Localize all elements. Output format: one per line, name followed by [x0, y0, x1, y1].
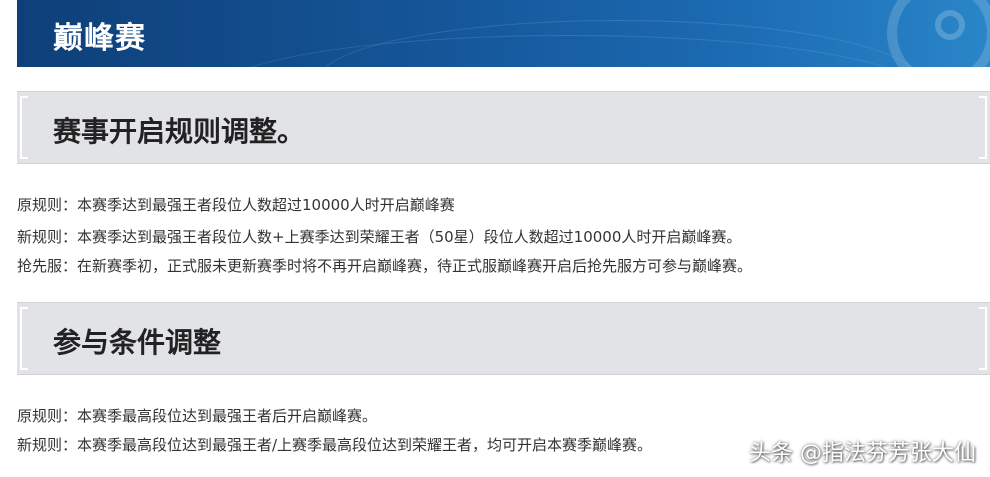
header-banner: 巅峰赛 [17, 0, 990, 67]
rule-line: 新规则：本赛季达到最强王者段位人数+上赛季达到荣耀王者（50星）段位人数超过10… [17, 228, 742, 246]
section-heading: 赛事开启规则调整。 [53, 115, 306, 148]
section-heading: 参与条件调整 [53, 326, 222, 359]
emblem-inner-icon [935, 10, 965, 40]
rule-line: 原规则：本赛季达到最强王者段位人数超过10000人时开启巅峰赛 [17, 196, 455, 214]
rule-line: 原规则：本赛季最高段位达到最强王者后开启巅峰赛。 [17, 407, 378, 425]
watermark: 头条 @指法芬芳张大仙 [749, 441, 976, 466]
section-heading-bar: 参与条件调整 [17, 302, 990, 375]
rule-line: 抢先服：在新赛季初，正式服未更新赛季时将不再开启巅峰赛，待正式服巅峰赛开启后抢先… [17, 257, 753, 275]
section-heading-bar: 赛事开启规则调整。 [17, 91, 990, 164]
page-title: 巅峰赛 [53, 21, 146, 56]
rule-line: 新规则：本赛季最高段位达到最强王者/上赛季最高段位达到荣耀王者，均可开启本赛季巅… [17, 436, 653, 454]
